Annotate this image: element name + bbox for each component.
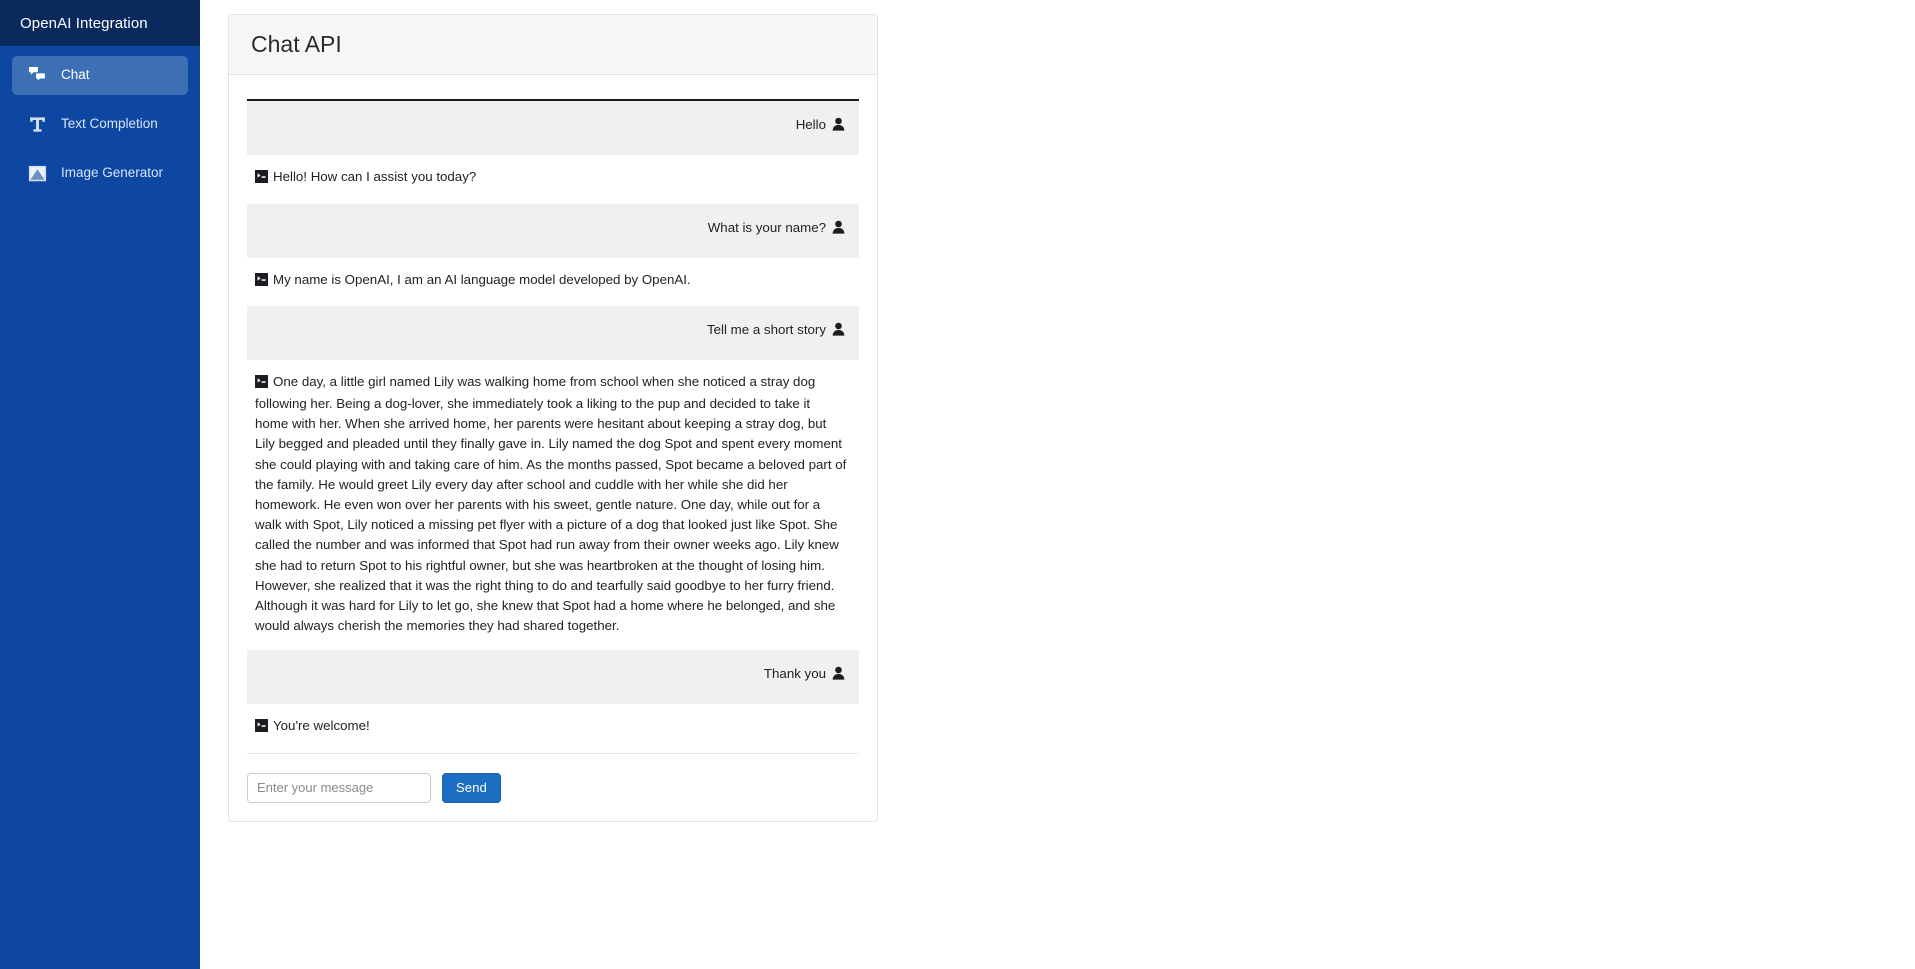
text-t-icon xyxy=(28,115,47,134)
sidebar-item-text-completion[interactable]: Text Completion xyxy=(12,105,188,144)
user-icon xyxy=(832,220,845,240)
chat-message-user: What is your name? xyxy=(247,203,859,258)
card-header: Chat API xyxy=(229,15,877,76)
sidebar-brand-label: OpenAI Integration xyxy=(20,14,148,32)
image-icon xyxy=(28,164,47,183)
chat-log: Hello Hello! How can I assist you today?… xyxy=(247,99,859,753)
chat-message-user: Thank you xyxy=(247,650,859,705)
card-body: Hello Hello! How can I assist you today?… xyxy=(229,75,877,820)
send-button[interactable]: Send xyxy=(442,772,501,803)
chat-input-row: Send xyxy=(247,752,859,803)
sidebar: OpenAI Integration Chat Text Completion … xyxy=(0,0,200,969)
comments-icon xyxy=(28,66,47,85)
chat-message-text: Tell me a short story xyxy=(707,321,826,337)
sidebar-item-image-generator[interactable]: Image Generator xyxy=(12,154,188,193)
chat-message-text: Hello xyxy=(795,117,826,133)
chat-message-user: Tell me a short story xyxy=(247,305,859,360)
main-content: Chat API Hello Hello! How can I assist y… xyxy=(200,0,1915,969)
chat-message-input[interactable] xyxy=(247,772,431,803)
page-title: Chat API xyxy=(251,31,342,57)
sidebar-item-label: Chat xyxy=(61,67,90,83)
terminal-icon xyxy=(255,272,268,292)
chat-message-text: Hello! How can I assist you today? xyxy=(273,169,477,185)
terminal-icon xyxy=(255,169,268,189)
chat-message-bot: You're welcome! xyxy=(247,704,859,753)
sidebar-item-label: Text Completion xyxy=(61,116,158,132)
user-icon xyxy=(832,666,845,686)
chat-message-user: Hello xyxy=(247,101,859,156)
terminal-icon xyxy=(255,374,268,394)
sidebar-item-label: Image Generator xyxy=(61,165,164,181)
terminal-icon xyxy=(255,718,268,738)
chat-message-bot: Hello! How can I assist you today? xyxy=(247,155,859,204)
sidebar-brand: OpenAI Integration xyxy=(0,0,200,46)
sidebar-nav: Chat Text Completion Image Generator xyxy=(0,46,200,193)
chat-message-text: You're welcome! xyxy=(273,718,370,734)
chat-message-text: My name is OpenAI, I am an AI language m… xyxy=(273,271,691,287)
user-icon xyxy=(832,322,845,342)
chat-message-bot: My name is OpenAI, I am an AI language m… xyxy=(247,257,859,306)
chat-message-text: Thank you xyxy=(763,666,826,682)
chat-message-text: One day, a little girl named Lily was wa… xyxy=(255,373,847,634)
chat-message-text: What is your name? xyxy=(707,219,826,235)
sidebar-item-chat[interactable]: Chat xyxy=(12,56,188,95)
app-root: OpenAI Integration Chat Text Completion … xyxy=(0,0,1915,969)
chat-api-card: Chat API Hello Hello! How can I assist y… xyxy=(228,14,878,822)
user-icon xyxy=(832,117,845,137)
chat-message-bot: One day, a little girl named Lily was wa… xyxy=(247,359,859,651)
